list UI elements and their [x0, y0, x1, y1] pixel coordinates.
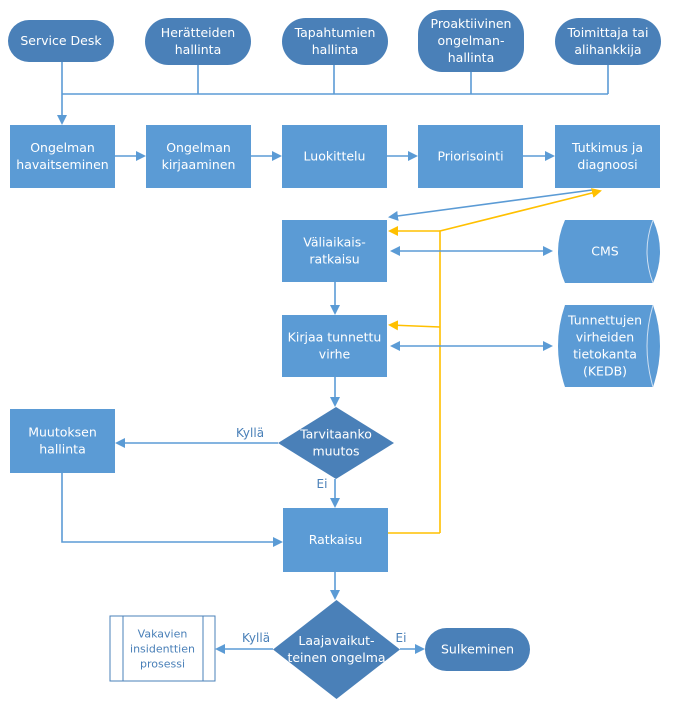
shape-label: Herätteiden	[161, 25, 235, 40]
sulkeminen-terminator[interactable]: Sulkeminen	[425, 628, 530, 671]
step-tutkimus[interactable]: Tutkimus ja diagnoosi	[555, 125, 660, 188]
vakavien-insidenttien-prosessi[interactable]: Vakavien insidenttien prosessi	[109, 615, 216, 682]
source-proaktiivinen[interactable]: Proaktiivinen ongelman-hallinta	[418, 10, 524, 72]
step-kirjaaminen[interactable]: Ongelman kirjaaminen	[146, 125, 251, 188]
no-label-change: Ei	[317, 477, 328, 491]
shape-label: CMS	[591, 244, 619, 259]
step-priorisointi[interactable]: Priorisointi	[418, 125, 523, 188]
shape-label: havaitseminen	[16, 157, 108, 172]
yes-label-major: Kyllä	[242, 631, 270, 645]
shape-label: Muutoksen	[28, 425, 97, 440]
shape-label: virhe	[319, 347, 351, 362]
shape-label: Kirjaa tunnettu	[288, 330, 382, 345]
muutoksen-hallinta-box[interactable]: Muutoksen hallinta	[10, 409, 115, 473]
shape-label: hallinta	[448, 50, 494, 65]
shape-label: Proaktiivinen	[431, 16, 512, 31]
shape-label: Luokittelu	[304, 149, 366, 164]
shape-label: kirjaaminen	[162, 157, 236, 172]
shape-label: insidenttien	[130, 643, 195, 656]
shape-label: Ongelman	[30, 140, 95, 155]
shape-label: hallinta	[175, 42, 221, 57]
decision-major-problem[interactable]: Laajavaikut-teinen ongelma	[273, 600, 400, 699]
step-havaitseminen[interactable]: Ongelman havaitseminen	[10, 125, 115, 188]
yes-label-change: Kyllä	[236, 426, 264, 440]
shape-label: Toimittaja tai	[567, 25, 649, 40]
shape-label: Ratkaisu	[309, 532, 363, 547]
shape-label: Service Desk	[20, 33, 102, 48]
shape-label: Sulkeminen	[441, 642, 514, 657]
shape-label: Tunnettujen	[567, 313, 642, 328]
cms-database[interactable]: CMS	[558, 219, 660, 284]
shape-label: virheiden	[576, 330, 634, 345]
shape-label: Väliaikais-	[303, 235, 366, 250]
valiaikaisratkaisu-box[interactable]: Väliaikais-ratkaisu	[282, 220, 387, 282]
shape-label: prosessi	[140, 658, 185, 671]
decision-change-needed[interactable]: Tarvitaanko muutos	[278, 407, 394, 479]
shape-label: tietokanta	[573, 347, 637, 362]
step-luokittelu[interactable]: Luokittelu	[282, 125, 387, 188]
shape-label: ongelman-	[438, 33, 505, 48]
shape-label: teinen ongelma	[287, 650, 385, 665]
shape-label: Tarvitaanko	[299, 427, 372, 442]
shape-label: muutos	[312, 444, 359, 459]
no-label-major: Ei	[396, 631, 407, 645]
shape-label: (KEDB)	[583, 364, 627, 379]
shape-label: Laajavaikut-	[298, 633, 374, 648]
shape-label: hallinta	[312, 42, 358, 57]
shape-label: Tapahtumien	[294, 25, 376, 40]
kirjaa-tunnettu-virhe-box[interactable]: Kirjaa tunnettu virhe	[282, 315, 387, 377]
shape-label: hallinta	[39, 442, 85, 457]
shape-label: ratkaisu	[309, 252, 359, 267]
shape-label: Vakavien	[138, 628, 188, 641]
kedb-database[interactable]: Tunnettujen virheiden tietokanta (KEDB)	[558, 304, 660, 388]
ratkaisu-box[interactable]: Ratkaisu	[283, 508, 388, 572]
shape-label: diagnoosi	[577, 157, 637, 172]
source-toimittaja[interactable]: Toimittaja tai alihankkija	[555, 18, 661, 65]
shape-label: alihankkija	[574, 42, 641, 57]
shape-label: Ongelman	[166, 140, 231, 155]
source-tapahtumien-hallinta[interactable]: Tapahtumien hallinta	[282, 18, 388, 65]
source-service-desk[interactable]: Service Desk	[8, 20, 114, 62]
problem-management-flowchart: Service DeskHerätteidenhallintaTapahtumi…	[8, 10, 661, 699]
shape-label: Priorisointi	[437, 149, 503, 164]
shape-label: Tutkimus ja	[571, 140, 643, 155]
source-heratteiden-hallinta[interactable]: Herätteiden hallinta	[145, 18, 251, 65]
